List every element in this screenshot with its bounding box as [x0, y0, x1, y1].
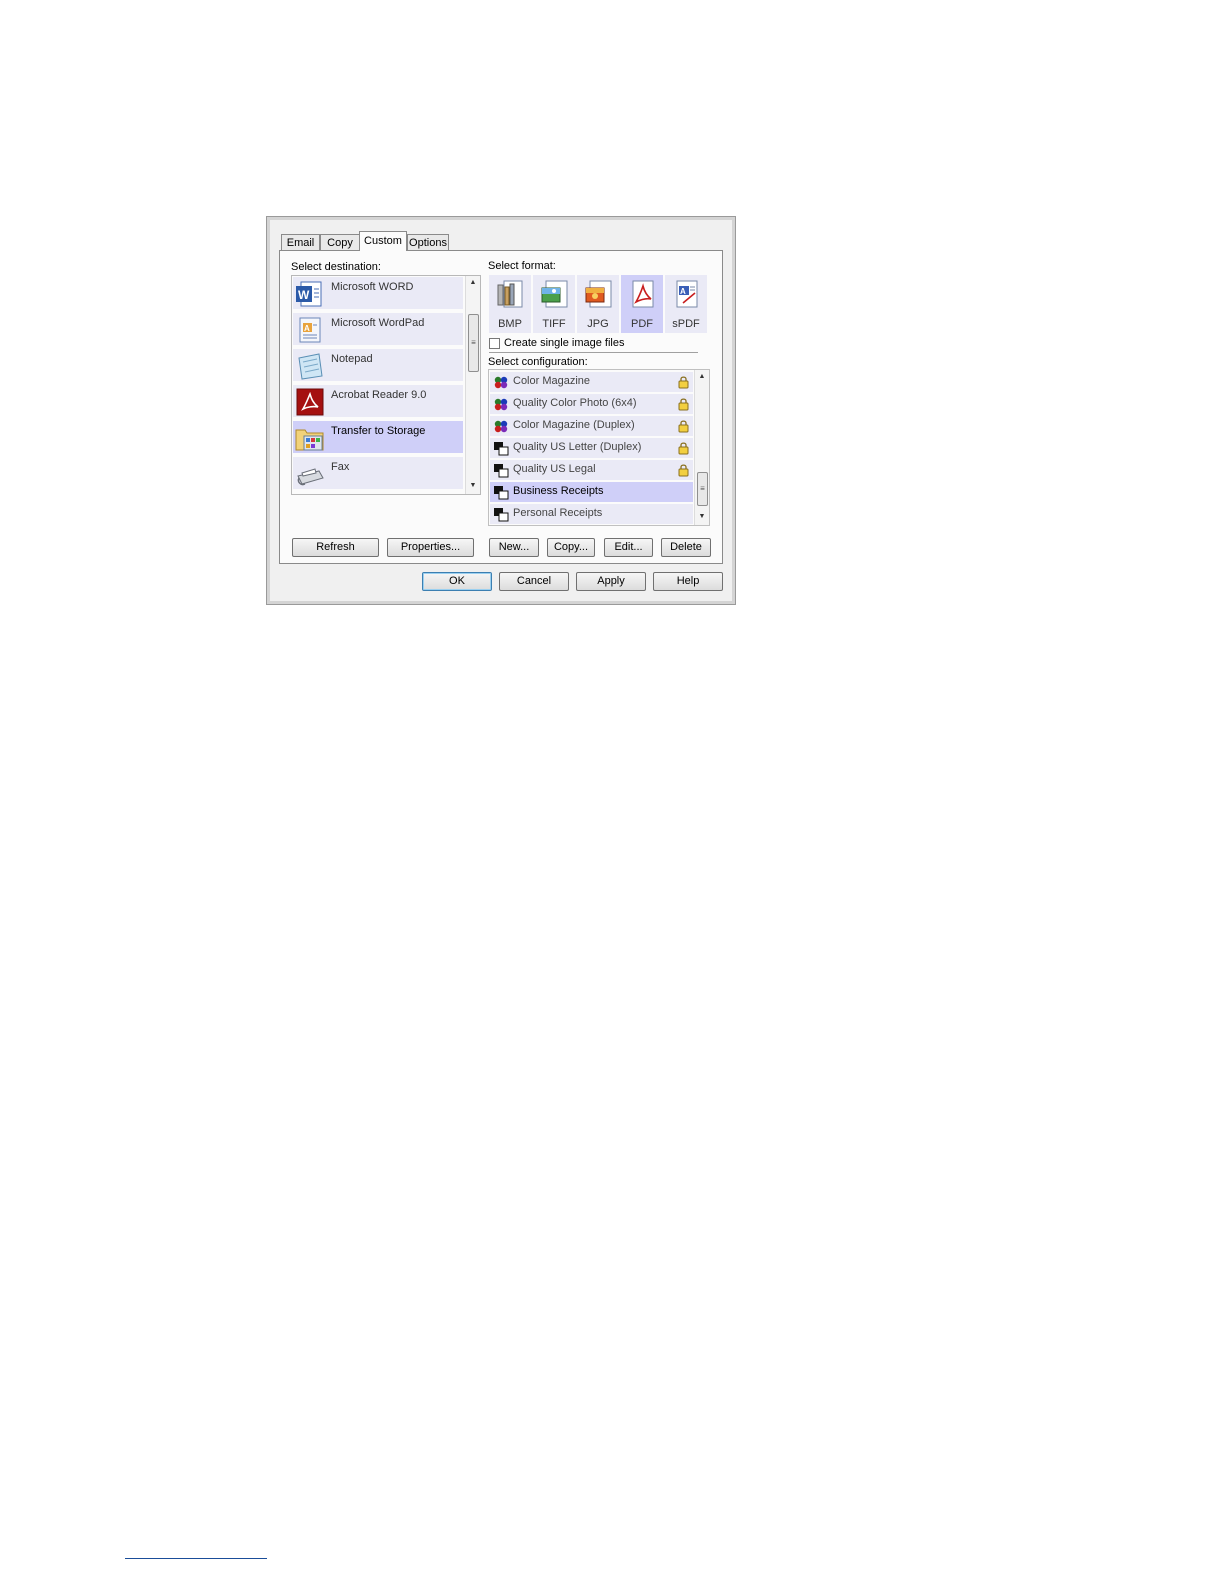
configuration-item[interactable]: Color Magazine (Duplex)	[490, 416, 693, 436]
color-config-icon	[494, 420, 508, 433]
copy-button[interactable]: Copy...	[547, 538, 595, 557]
custom-tab-panel: Select destination: W Microsoft WORD A M…	[279, 250, 723, 564]
configuration-label: Color Magazine (Duplex)	[513, 419, 635, 431]
configuration-scrollbar[interactable]: ▲ ≡ ▼	[694, 370, 709, 525]
select-configuration-label: Select configuration:	[488, 356, 588, 368]
color-config-icon	[494, 376, 508, 389]
help-button[interactable]: Help	[653, 572, 723, 591]
destination-scrollbar[interactable]: ▲ ≡ ▼	[465, 276, 480, 494]
configuration-label: Quality US Letter (Duplex)	[513, 441, 642, 453]
lock-icon	[678, 398, 689, 411]
format-bmp[interactable]: BMP	[489, 275, 531, 333]
destination-item[interactable]: W Microsoft WORD	[293, 277, 463, 311]
single-image-label: Create single image files	[504, 337, 625, 349]
destination-label: Fax	[331, 461, 350, 473]
lock-icon	[678, 376, 689, 389]
tab-copy[interactable]: Copy	[320, 234, 360, 250]
bw-config-icon	[494, 442, 509, 456]
destination-label: Microsoft WORD	[331, 281, 414, 293]
bmp-icon	[497, 280, 523, 308]
bw-config-icon	[494, 486, 509, 500]
word-icon: W	[296, 281, 322, 307]
configuration-item[interactable]: Business Receipts	[490, 482, 693, 502]
ok-button[interactable]: OK	[422, 572, 492, 591]
tab-custom[interactable]: Custom	[359, 231, 407, 251]
configuration-item[interactable]: Personal Receipts	[490, 504, 693, 524]
svg-text:A: A	[680, 287, 686, 296]
select-destination-label: Select destination:	[291, 261, 381, 273]
scroll-thumb[interactable]: ≡	[468, 314, 479, 372]
bw-config-icon	[494, 464, 509, 478]
bw-config-icon	[494, 508, 509, 522]
destination-label: Acrobat Reader 9.0	[331, 389, 427, 401]
configuration-list[interactable]: Color Magazine Quality Color Photo (6x4)	[488, 369, 710, 526]
configuration-label: Quality US Legal	[513, 463, 596, 475]
destination-label: Transfer to Storage	[331, 425, 426, 437]
configuration-item[interactable]: Quality US Letter (Duplex)	[490, 438, 693, 458]
properties-button[interactable]: Properties...	[387, 538, 474, 557]
destination-item[interactable]: Notepad	[293, 349, 463, 383]
format-label: PDF	[631, 318, 653, 330]
delete-button[interactable]: Delete	[661, 538, 711, 557]
new-button[interactable]: New...	[489, 538, 539, 557]
destination-item[interactable]: Acrobat Reader 9.0	[293, 385, 463, 419]
configuration-label: Color Magazine	[513, 375, 591, 387]
wordpad-icon: A	[299, 317, 321, 343]
destination-label: Microsoft WordPad	[331, 317, 425, 329]
acrobat-icon	[296, 388, 324, 416]
lock-icon	[678, 464, 689, 477]
format-jpg[interactable]: JPG	[577, 275, 619, 333]
scroll-down-arrow-icon[interactable]: ▼	[466, 482, 480, 489]
tab-email[interactable]: Email	[281, 234, 320, 250]
scroll-up-arrow-icon[interactable]: ▲	[466, 279, 480, 286]
destination-list[interactable]: W Microsoft WORD A Microsoft WordPad Not…	[291, 275, 481, 495]
footnote-separator-line	[125, 1558, 267, 1559]
scroll-up-arrow-icon[interactable]: ▲	[695, 373, 709, 380]
configuration-label: Quality Color Photo (6x4)	[513, 397, 637, 409]
cancel-button[interactable]: Cancel	[499, 572, 569, 591]
format-pdf[interactable]: PDF	[621, 275, 663, 333]
configuration-label: Business Receipts	[513, 485, 604, 497]
format-label: TIFF	[542, 318, 566, 330]
tab-options[interactable]: Options	[407, 234, 449, 250]
format-tiff[interactable]: TIFF	[533, 275, 575, 333]
tiff-icon	[541, 280, 568, 308]
apply-button[interactable]: Apply	[576, 572, 646, 591]
format-label: sPDF	[672, 318, 700, 330]
pdf-icon	[632, 280, 654, 308]
notepad-icon	[298, 353, 323, 380]
destination-item[interactable]: A Microsoft WordPad	[293, 313, 463, 347]
fax-icon	[297, 468, 324, 486]
refresh-button[interactable]: Refresh	[292, 538, 379, 557]
svg-text:A: A	[304, 324, 310, 333]
destination-label: Notepad	[331, 353, 373, 365]
format-spdf[interactable]: A sPDF	[665, 275, 707, 333]
scanner-settings-dialog: Email Copy Custom Options Select destina…	[266, 216, 736, 605]
lock-icon	[678, 420, 689, 433]
configuration-label: Personal Receipts	[513, 507, 603, 519]
svg-text:W: W	[298, 288, 310, 302]
storage-folder-icon	[295, 429, 324, 451]
color-config-icon	[494, 398, 508, 411]
configuration-item[interactable]: Color Magazine	[490, 372, 693, 392]
scroll-down-arrow-icon[interactable]: ▼	[695, 513, 709, 520]
scroll-thumb[interactable]: ≡	[697, 472, 708, 506]
configuration-item[interactable]: Quality Color Photo (6x4)	[490, 394, 693, 414]
spdf-icon: A	[676, 280, 698, 308]
lock-icon	[678, 442, 689, 455]
destination-item[interactable]: Transfer to Storage	[293, 421, 463, 455]
single-image-checkbox[interactable]	[489, 338, 500, 349]
edit-button[interactable]: Edit...	[604, 538, 653, 557]
select-format-label: Select format:	[488, 260, 556, 272]
configuration-item[interactable]: Quality US Legal	[490, 460, 693, 480]
format-label: BMP	[498, 318, 522, 330]
separator-line	[489, 352, 698, 353]
jpg-icon	[585, 280, 612, 308]
format-label: JPG	[587, 318, 609, 330]
destination-item[interactable]: Fax	[293, 457, 463, 491]
